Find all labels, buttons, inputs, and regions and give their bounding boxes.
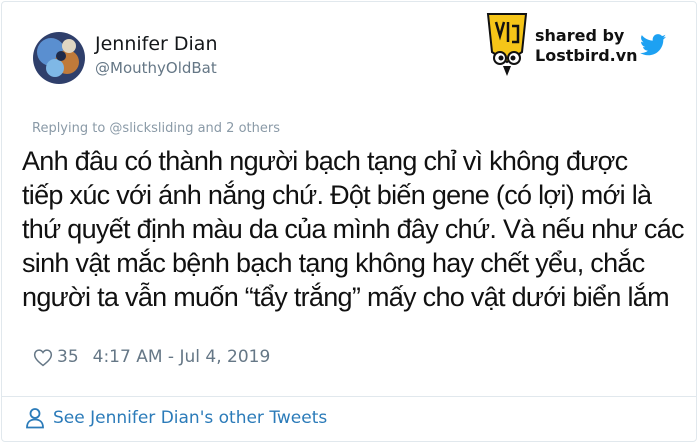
like-count: 35	[57, 347, 79, 367]
user-icon	[26, 408, 44, 429]
timestamp[interactable]: 4:17 AM - Jul 4, 2019	[93, 347, 271, 367]
lostbird-logo-icon	[486, 13, 528, 76]
watermark-site: Lostbird.vn	[535, 46, 638, 65]
lostbird-watermark: shared by Lostbird.vn	[486, 12, 676, 80]
tweet-meta: 35 4:17 AM - Jul 4, 2019	[33, 345, 270, 369]
author-handle[interactable]: @MouthyOldBat	[95, 59, 217, 77]
heart-icon[interactable]	[33, 348, 53, 367]
see-more-tweets-link[interactable]: See Jennifer Dian's other Tweets	[25, 407, 327, 429]
divider	[1, 396, 697, 397]
watermark-shared-by: shared by	[535, 26, 625, 45]
replying-to[interactable]: Replying to @slicksliding and 2 others	[32, 121, 280, 136]
avatar[interactable]	[33, 32, 85, 84]
twitter-bird-icon	[640, 34, 666, 56]
author-display-name[interactable]: Jennifer Dian	[95, 33, 217, 55]
tweet-text: Anh đâu có thành người bạch tạng chỉ vì …	[22, 146, 685, 312]
see-more-label[interactable]: See Jennifer Dian's other Tweets	[53, 408, 327, 428]
